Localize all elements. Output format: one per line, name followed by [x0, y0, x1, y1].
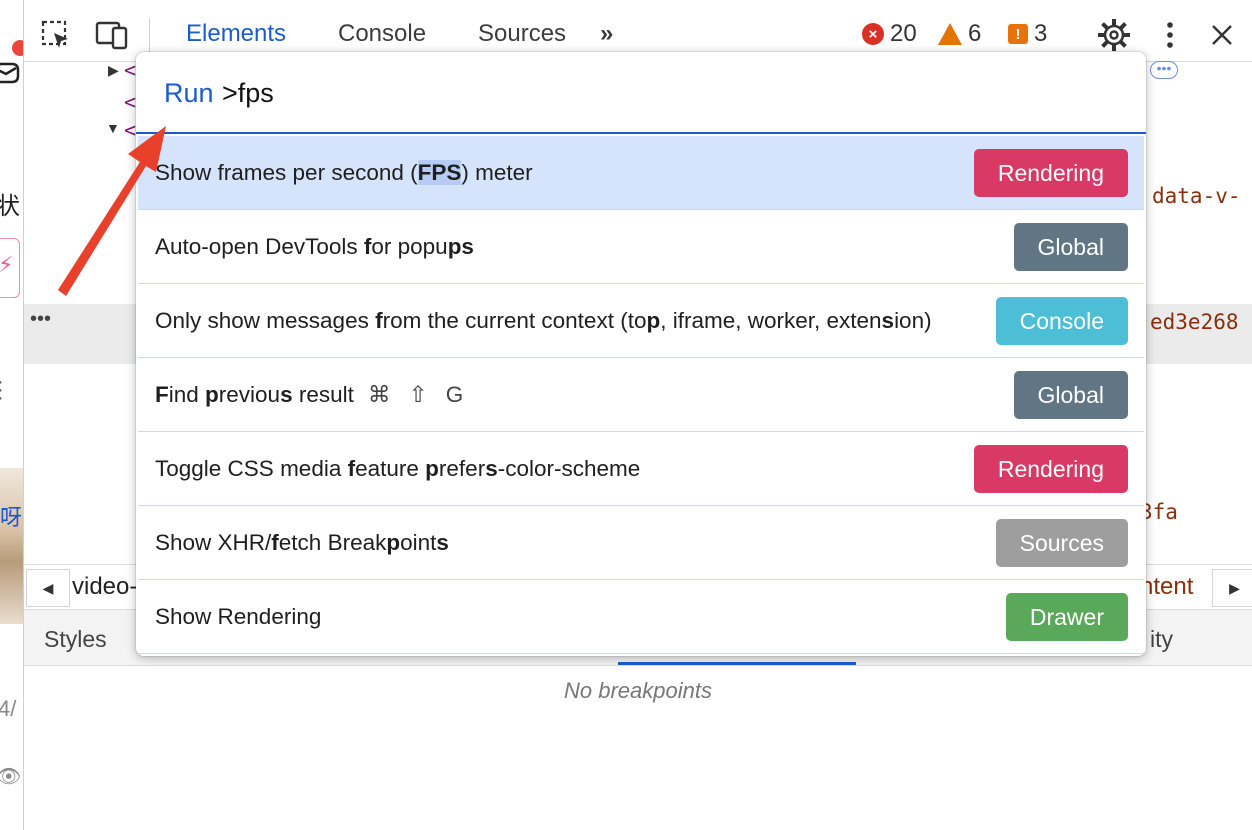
command-category-badge: Console: [995, 297, 1128, 345]
warning-count-button[interactable]: 6: [938, 20, 981, 48]
expand-triangle-icon[interactable]: ▶: [108, 62, 119, 79]
command-menu: Run >fps Show frames per second (FPS) me…: [136, 52, 1146, 656]
warning-count: 6: [968, 20, 982, 47]
thumbnail-text: 呀: [0, 505, 23, 530]
tab-sources[interactable]: Sources: [478, 20, 566, 48]
dom-attribute-fragment: data-v-: [1152, 184, 1241, 208]
expand-ellipsis-button[interactable]: •••: [1150, 61, 1178, 79]
active-tab-indicator: [618, 662, 856, 665]
command-item-label: Only show messages from the current cont…: [155, 308, 932, 333]
dom-hash-fragment: ed3e268: [1150, 310, 1239, 334]
tab-accessibility[interactable]: ity: [1150, 626, 1173, 653]
page-content-strip: 状 ⚡ ··· 呀 4/ 👁: [0, 0, 24, 830]
dom-tag-fragment: <: [124, 90, 137, 114]
command-item-label: Show XHR/fetch Breakpoints: [155, 530, 449, 555]
page-counter-fragment: 4/: [0, 696, 17, 721]
command-category-badge: Sources: [995, 519, 1128, 567]
command-category-badge: Rendering: [973, 445, 1128, 493]
mail-icon: [0, 62, 20, 84]
row-ellipsis-icon[interactable]: •••: [30, 308, 51, 331]
issue-count-button[interactable]: ! 3: [1008, 20, 1047, 48]
command-category-badge: Global: [1013, 371, 1128, 419]
device-toolbar-icon[interactable]: [94, 18, 130, 52]
command-item-auto-open-devtools[interactable]: Auto-open DevTools for popups Global: [138, 210, 1144, 284]
empty-breakpoints-message: No breakpoints: [564, 678, 712, 703]
command-item-label: Auto-open DevTools for popups: [155, 234, 474, 259]
more-tabs-icon[interactable]: »: [600, 20, 613, 48]
vertical-dots-icon[interactable]: ···: [0, 372, 4, 408]
breadcrumb-scroll-right-icon[interactable]: ▶: [1212, 569, 1252, 607]
inspect-element-icon[interactable]: [38, 18, 74, 52]
kebab-menu-icon[interactable]: [1152, 18, 1188, 52]
gear-icon[interactable]: [1096, 18, 1132, 52]
command-item-label: Toggle CSS media feature prefers-color-s…: [155, 456, 641, 481]
command-category-badge: Rendering: [973, 149, 1128, 197]
issue-count: 3: [1034, 20, 1048, 47]
tab-elements[interactable]: Elements: [186, 20, 286, 48]
breadcrumb-item[interactable]: video-: [72, 573, 137, 601]
command-category-badge: Drawer: [1005, 593, 1128, 641]
breadcrumb-item[interactable]: ntent: [1140, 573, 1193, 601]
command-results-list: Show frames per second (FPS) meter Rende…: [138, 136, 1144, 654]
command-item-context-messages[interactable]: Only show messages from the current cont…: [138, 284, 1144, 358]
warning-icon: [938, 23, 962, 45]
screen: { "toolbar": { "tabs": [ {"label": "Elem…: [0, 0, 1252, 830]
command-item-label: Find previous result ⌘ ⇧ G: [155, 382, 470, 407]
lightning-icon: ⚡: [0, 252, 13, 278]
toolbar-separator: [149, 18, 150, 52]
command-item-label: Show Rendering: [155, 604, 322, 629]
keyboard-shortcut: ⌘ ⇧ G: [367, 382, 470, 407]
collapse-triangle-icon[interactable]: ▼: [106, 120, 120, 136]
issue-icon: !: [1008, 24, 1028, 44]
close-icon[interactable]: [1204, 18, 1240, 52]
eye-icon: 👁: [0, 764, 21, 789]
error-count-button[interactable]: × 20: [862, 20, 917, 48]
dom-tag-fragment: <: [124, 118, 137, 142]
command-search-input[interactable]: >fps: [222, 78, 274, 109]
command-item-xhr-breakpoints[interactable]: Show XHR/fetch Breakpoints Sources: [138, 506, 1144, 580]
command-item-label: Show frames per second (FPS) meter: [155, 160, 533, 185]
command-category-badge: Global: [1013, 223, 1128, 271]
command-item-find-previous[interactable]: Find previous result ⌘ ⇧ G Global: [138, 358, 1144, 432]
command-item-show-rendering[interactable]: Show Rendering Drawer: [138, 580, 1144, 654]
dom-tag-fragment: <: [124, 58, 137, 82]
command-prefix-label: Run: [164, 78, 214, 108]
tab-styles[interactable]: Styles: [44, 626, 107, 653]
command-item-fps-meter[interactable]: Show frames per second (FPS) meter Rende…: [138, 136, 1144, 210]
page-text-fragment: 状: [0, 186, 20, 221]
breadcrumb-scroll-left-icon[interactable]: ◀: [26, 569, 70, 607]
error-count: 20: [890, 20, 917, 47]
error-icon: ×: [862, 23, 884, 45]
video-thumbnail[interactable]: [0, 468, 23, 624]
tab-console[interactable]: Console: [338, 20, 426, 48]
command-item-prefers-color-scheme[interactable]: Toggle CSS media feature prefers-color-s…: [138, 432, 1144, 506]
command-menu-header: Run >fps: [136, 52, 1146, 134]
